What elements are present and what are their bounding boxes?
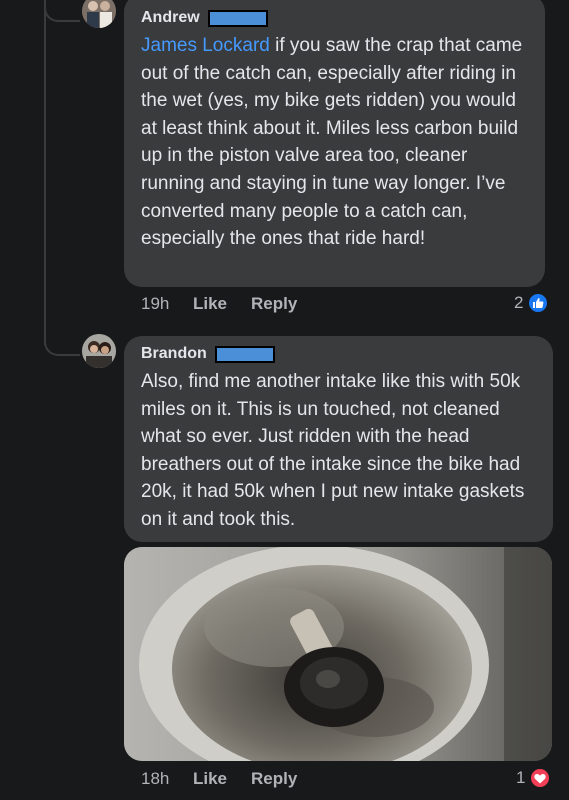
thumbs-up-icon [527, 292, 550, 314]
mention-link[interactable]: James Lockard [141, 35, 270, 56]
thread-line [44, 0, 46, 345]
comment-actions: 19h Like Reply [141, 294, 297, 314]
redacted-surname [207, 9, 268, 27]
comment-body: Also, find me another intake like this w… [141, 371, 525, 530]
reply-button[interactable]: Reply [251, 294, 297, 314]
thread-branch [44, 334, 80, 356]
comment-body: if you saw the crap that came out of the… [141, 35, 523, 250]
reaction-count: 1 [516, 768, 526, 787]
comment-actions: 18h Like Reply [141, 769, 297, 789]
avatar[interactable] [82, 0, 116, 28]
comment-text: James Lockard if you saw the crap that c… [141, 32, 533, 253]
redacted-surname [214, 345, 275, 363]
intake-photo-icon [124, 547, 552, 761]
timestamp[interactable]: 19h [141, 294, 193, 314]
reaction-summary[interactable]: 2 [514, 292, 550, 314]
comment-author[interactable]: Andrew [141, 8, 533, 28]
timestamp[interactable]: 18h [141, 769, 193, 789]
profile-photo-icon [82, 334, 116, 368]
attached-photo[interactable] [124, 547, 552, 761]
reply-button[interactable]: Reply [251, 769, 297, 789]
thread-branch [44, 0, 80, 22]
heart-icon [529, 767, 552, 789]
comment-bubble: Andrew James Lockard if you saw the crap… [124, 0, 545, 287]
reaction-summary[interactable]: 1 [516, 767, 552, 789]
comment-bubble: Brandon Also, find me another intake lik… [124, 336, 553, 542]
author-name[interactable]: Brandon [141, 345, 207, 363]
avatar[interactable] [82, 334, 116, 368]
author-name[interactable]: Andrew [141, 9, 200, 27]
like-button[interactable]: Like [193, 294, 251, 314]
comment-author[interactable]: Brandon [141, 344, 541, 364]
reaction-count: 2 [514, 293, 524, 312]
profile-photo-icon [82, 0, 116, 28]
like-button[interactable]: Like [193, 769, 251, 789]
